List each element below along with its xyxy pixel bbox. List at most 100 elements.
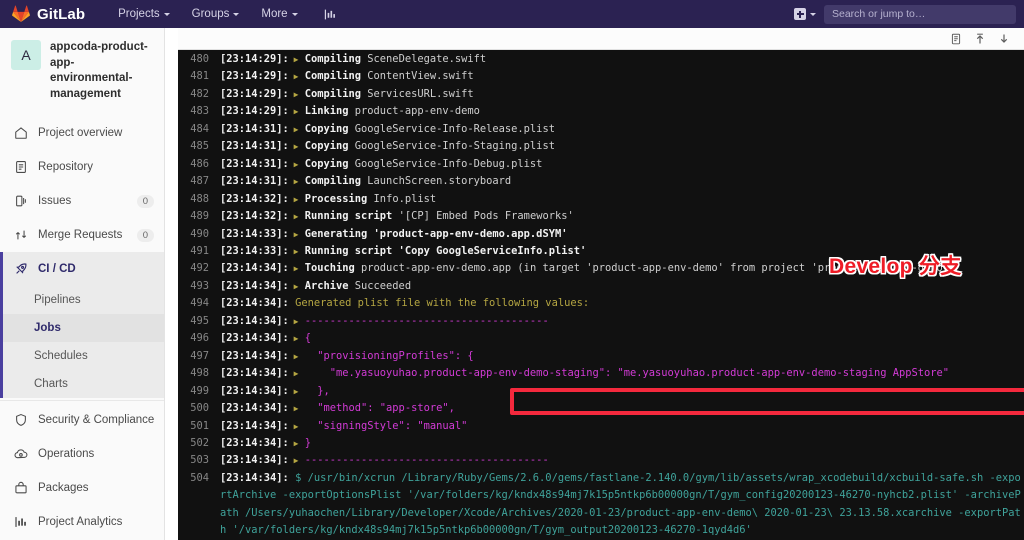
- log-line-number[interactable]: 482: [178, 86, 220, 103]
- sidebar-item-project-overview[interactable]: Project overview: [0, 116, 164, 150]
- scroll-to-top-button[interactable]: [968, 28, 992, 50]
- log-line-number[interactable]: 486: [178, 156, 220, 173]
- log-line: 482 [23:14:29]: ▶ Compiling ServicesURL.s…: [178, 86, 1024, 103]
- sidebar-divider: [0, 400, 164, 401]
- log-line-content: [23:14:34]: ▶ Touching product-app-env-d…: [220, 260, 1024, 277]
- show-raw-button[interactable]: [944, 28, 968, 50]
- log-timestamp: [23:14:34]:: [220, 314, 289, 327]
- sidebar-subitem-charts[interactable]: Charts: [0, 370, 164, 398]
- sidebar-item-operations[interactable]: Operations: [0, 437, 164, 471]
- page-title: appcoda-product-app-environmental-manage…: [50, 41, 148, 100]
- gitlab-job-log-page: GitLab Projects Groups More Search or ju…: [0, 0, 1024, 540]
- nav-analytics-button[interactable]: [315, 0, 346, 28]
- log-text: "me.yasuoyuhao.product-app-env-demo-stag…: [298, 367, 950, 380]
- log-line-number[interactable]: 488: [178, 191, 220, 208]
- log-text: LaunchScreen.storyboard: [361, 175, 512, 188]
- log-text: product-app-env-demo.app (in target 'pro…: [354, 262, 956, 275]
- log-line-number[interactable]: 497: [178, 348, 220, 365]
- log-keyword: Compiling: [298, 175, 362, 188]
- sidebar-item-repository[interactable]: Repository: [0, 150, 164, 184]
- log-line-number[interactable]: 484: [178, 121, 220, 138]
- log-timestamp: [23:14:34]:: [220, 419, 289, 432]
- log-line-number[interactable]: 495: [178, 313, 220, 330]
- log-line-content: [23:14:31]: ▶ Copying GoogleService-Info…: [220, 156, 1024, 173]
- job-log-output[interactable]: 480 [23:14:29]: ▶ Compiling SceneDelegate…: [178, 50, 1024, 540]
- log-line-number[interactable]: 504: [178, 470, 220, 487]
- log-line: 485 [23:14:31]: ▶ Copying GoogleService-I…: [178, 138, 1024, 155]
- log-line-content: [23:14:34]: ▶ {: [220, 330, 1024, 347]
- sidebar-subitem-pipelines[interactable]: Pipelines: [0, 286, 164, 314]
- log-line-number[interactable]: 480: [178, 51, 220, 68]
- top-nav-items: Projects Groups More: [107, 0, 345, 28]
- log-text: "provisioningProfiles": {: [298, 349, 474, 362]
- sidebar-item-security-compliance[interactable]: Security & Compliance: [0, 403, 164, 437]
- log-line-number[interactable]: 491: [178, 243, 220, 260]
- log-timestamp: [23:14:29]:: [220, 70, 289, 83]
- log-timestamp: [23:14:33]:: [220, 244, 289, 257]
- log-line-content: [23:14:34]: ▶ "method": "app-store",: [220, 400, 1024, 417]
- package-icon: [13, 481, 28, 496]
- log-line-number[interactable]: 503: [178, 452, 220, 469]
- log-line-number[interactable]: 498: [178, 365, 220, 382]
- log-timestamp: [23:14:34]:: [220, 384, 289, 397]
- sidebar-subitem-jobs[interactable]: Jobs: [0, 314, 164, 342]
- log-line: 504 [23:14:34]: $ /usr/bin/xcrun /Library…: [178, 470, 1024, 540]
- nav-item-more[interactable]: More: [250, 0, 308, 28]
- nav-item-projects[interactable]: Projects: [107, 0, 181, 28]
- sidebar-item-issues[interactable]: Issues 0: [0, 184, 164, 218]
- log-text: },: [298, 384, 330, 397]
- log-timestamp: [23:14:34]:: [220, 436, 289, 449]
- sidebar-project-header[interactable]: A appcoda-product-app-environmental-mana…: [0, 28, 164, 114]
- nav-item-groups-label: Groups: [191, 8, 230, 20]
- file-icon: [13, 160, 28, 175]
- sidebar-subitem-schedules[interactable]: Schedules: [0, 342, 164, 370]
- log-line-number[interactable]: 490: [178, 226, 220, 243]
- log-line: 490 [23:14:33]: ▶ Generating 'product-app…: [178, 226, 1024, 243]
- log-line: 483 [23:14:29]: ▶ Linking product-app-env…: [178, 103, 1024, 120]
- bar-chart-icon: [13, 515, 28, 530]
- avatar: A: [11, 40, 41, 70]
- log-keyword: Touching: [298, 262, 355, 275]
- log-line-number[interactable]: 485: [178, 138, 220, 155]
- log-timestamp: [23:14:31]:: [220, 122, 289, 135]
- sidebar-item-ci-cd[interactable]: CI / CD: [0, 252, 164, 286]
- sidebar-item-merge-requests[interactable]: Merge Requests 0: [0, 218, 164, 252]
- scroll-to-bottom-button[interactable]: [992, 28, 1016, 50]
- log-line-number[interactable]: 502: [178, 435, 220, 452]
- sidebar-subitem-charts-label: Charts: [34, 378, 68, 390]
- log-line-content: [23:14:34]: Generated plist file with th…: [220, 295, 1024, 312]
- log-line: 493 [23:14:34]: ▶ Archive Succeeded: [178, 278, 1024, 295]
- log-line-number[interactable]: 483: [178, 103, 220, 120]
- log-line: 499 [23:14:34]: ▶ },: [178, 383, 1024, 400]
- sidebar-item-packages[interactable]: Packages: [0, 471, 164, 505]
- log-line-number[interactable]: 492: [178, 260, 220, 277]
- log-line-number[interactable]: 496: [178, 330, 220, 347]
- log-line-content: [23:14:34]: ▶ "provisioningProfiles": {: [220, 348, 1024, 365]
- log-keyword: Compiling: [298, 53, 362, 65]
- nav-item-groups[interactable]: Groups: [181, 0, 251, 28]
- log-timestamp: [23:14:34]:: [220, 402, 289, 415]
- log-line-number[interactable]: 500: [178, 400, 220, 417]
- sidebar-item-project-analytics[interactable]: Project Analytics: [0, 505, 164, 539]
- create-new-button[interactable]: [786, 8, 824, 20]
- log-text: Succeeded: [348, 279, 412, 292]
- log-text: GoogleService-Info-Staging.plist: [348, 140, 555, 153]
- log-line-number[interactable]: 487: [178, 173, 220, 190]
- gitlab-brand-link[interactable]: GitLab: [0, 5, 85, 23]
- log-line-number[interactable]: 494: [178, 295, 220, 312]
- log-line: 496 [23:14:34]: ▶ {: [178, 330, 1024, 347]
- log-line-number[interactable]: 481: [178, 68, 220, 85]
- log-line-content: [23:14:34]: ▶ "signingStyle": "manual": [220, 418, 1024, 435]
- log-line-number[interactable]: 499: [178, 383, 220, 400]
- gitlab-tanuki-logo: [12, 5, 30, 22]
- log-text: {: [298, 332, 311, 345]
- log-line-content: [23:14:34]: ▶ --------------------------…: [220, 313, 1024, 330]
- search-input[interactable]: Search or jump to…: [824, 4, 1016, 24]
- log-line-number[interactable]: 493: [178, 278, 220, 295]
- sidebar-item-project-analytics-label: Project Analytics: [38, 516, 123, 528]
- log-line-number[interactable]: 501: [178, 418, 220, 435]
- log-line-number[interactable]: 489: [178, 208, 220, 225]
- log-line: 501 [23:14:34]: ▶ "signingStyle": "manual…: [178, 418, 1024, 435]
- log-line-content: [23:14:31]: ▶ Copying GoogleService-Info…: [220, 121, 1024, 138]
- log-text: ServicesURL.swift: [361, 87, 474, 100]
